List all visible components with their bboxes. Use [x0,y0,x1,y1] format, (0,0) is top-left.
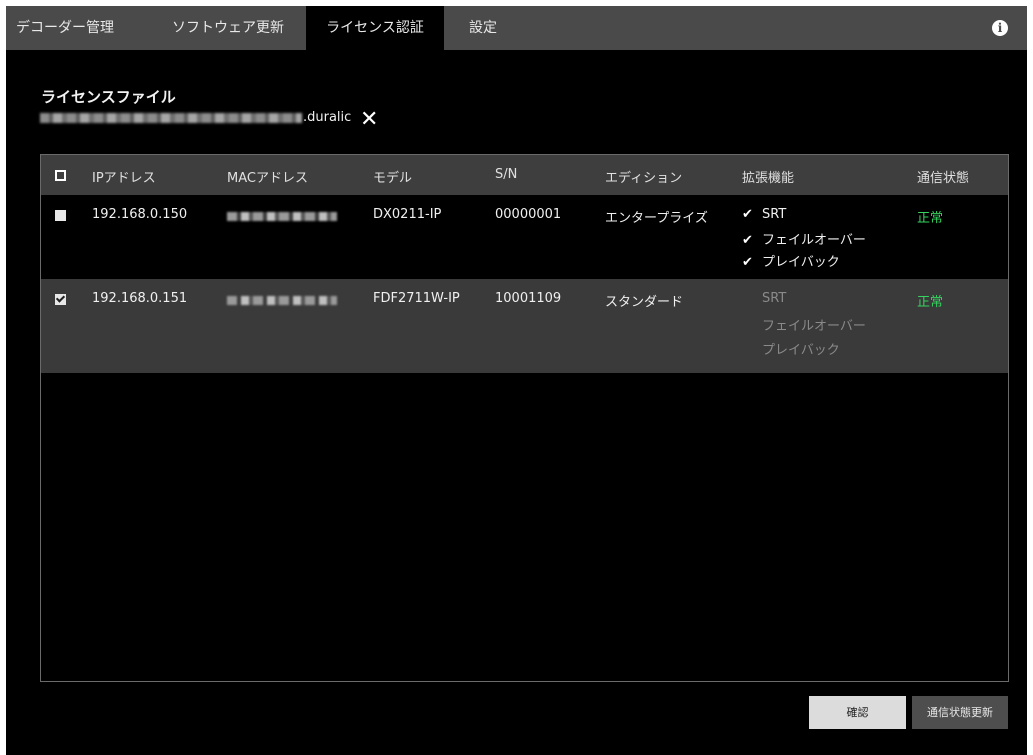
header-ip: IPアドレス [92,171,156,186]
model: FDF2711W-IP [373,291,460,306]
header-sn: S/N [495,167,518,182]
mac-address-blurred [227,210,337,225]
header-model: モデル [373,171,413,186]
connection-status: 正常 [917,211,944,226]
license-app: デコーダー管理 ソフトウェア更新 ライセンス認証 設定 i ライセンスファイル … [6,6,1027,755]
device-table: IPアドレス MACアドレス モデル S/N エディション 拡張機能 通信状態 … [40,154,1009,682]
row-checkbox[interactable] [55,210,66,221]
connection-status: 正常 [917,295,944,310]
table-row[interactable]: 192.168.0.151 FDF2711W-IP 10001109 スタンダー… [41,279,1008,373]
tab-decoder-management[interactable]: デコーダー管理 [16,6,114,50]
header-extensions: 拡張機能 [742,171,795,186]
table-row[interactable]: 192.168.0.150 DX0211-IP 00000001 エンタープライ… [41,195,1008,279]
header-connection-status: 通信状態 [917,171,970,186]
ip-address: 192.168.0.150 [92,207,188,222]
serial-number: 00000001 [495,207,562,222]
header-edition: エディション [605,171,683,186]
edition: スタンダード [605,295,684,310]
feature-playback: ✔ プレイバック [742,255,840,270]
refresh-status-button[interactable]: 通信状態更新 [912,696,1008,729]
header-mac: MACアドレス [227,171,308,186]
table-header: IPアドレス MACアドレス モデル S/N エディション 拡張機能 通信状態 [41,155,1008,195]
tab-bar: デコーダー管理 ソフトウェア更新 ライセンス認証 設定 i [6,6,1027,50]
mac-address-blurred [227,294,337,309]
select-all-checkbox[interactable] [55,170,66,181]
info-icon[interactable]: i [992,20,1008,36]
blurred-file-path [40,112,302,123]
license-file-title: ライセンスファイル [41,88,176,106]
feature-failover: フェイルオーバー [762,319,866,334]
feature-failover: ✔ フェイルオーバー [742,233,866,248]
row-checkbox[interactable] [55,294,66,305]
confirm-button[interactable]: 確認 [809,696,906,729]
ip-address: 192.168.0.151 [92,291,188,306]
serial-number: 10001109 [495,291,562,306]
feature-playback: プレイバック [762,343,840,358]
check-icon: ✔ [742,233,753,248]
edition: エンタープライズ [605,211,708,226]
license-file-suffix: .duralic [303,110,352,125]
check-icon: ✔ [742,207,753,222]
tab-license-authentication[interactable]: ライセンス認証 [306,6,444,50]
tab-settings[interactable]: 設定 [469,6,497,50]
license-file-path: .duralic [40,110,351,125]
check-icon: ✔ [742,255,753,270]
close-icon[interactable]: ✕ [360,109,378,131]
tab-software-update[interactable]: ソフトウェア更新 [172,6,284,50]
model: DX0211-IP [373,207,442,222]
feature-srt: ✔ SRT [742,207,787,222]
feature-srt: SRT [762,291,787,306]
